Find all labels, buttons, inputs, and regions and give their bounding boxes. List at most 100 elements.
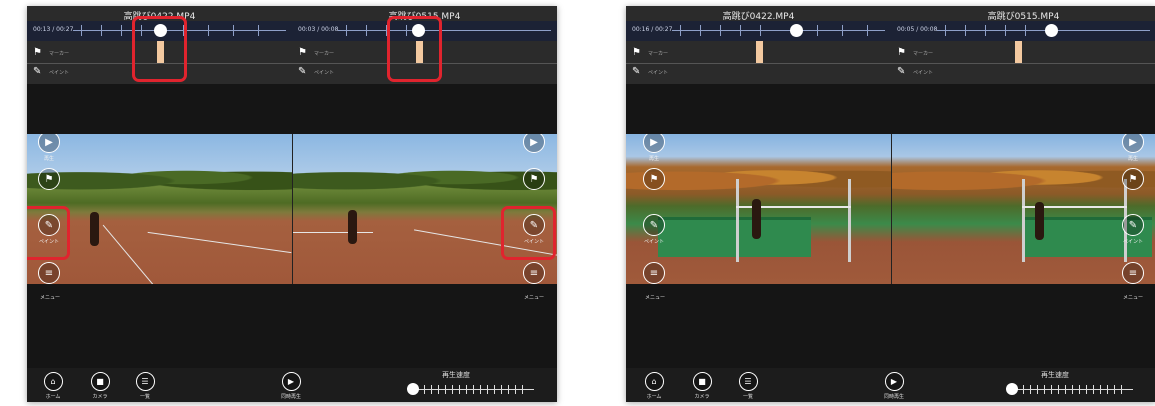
camera-button[interactable]: ■ カメラ: [684, 372, 720, 400]
list-button[interactable]: ☰ 一覧: [127, 372, 163, 400]
left-play-button[interactable]: ▶ 再生: [37, 134, 61, 162]
speed-slider-knob[interactable]: [407, 383, 419, 395]
left-menu-button[interactable]: ≡: [642, 262, 666, 284]
right-marker-button[interactable]: ⚑: [522, 168, 546, 190]
left-marker-button[interactable]: ⚑: [642, 168, 666, 190]
home-icon: ⌂: [43, 372, 63, 391]
left-menu-button[interactable]: ≡: [37, 262, 61, 284]
play-icon: ▶: [38, 134, 60, 153]
speed-slider-knob[interactable]: [1006, 383, 1018, 395]
play-label: 再生: [648, 156, 659, 162]
left-marker-button[interactable]: ⚑: [37, 168, 61, 190]
right-marker-button[interactable]: ⚑: [1121, 168, 1145, 190]
left-playhead-knob[interactable]: [790, 24, 803, 37]
menu-label: メニュー: [645, 295, 666, 301]
marker-tool[interactable]: ⚑ マーカー: [632, 46, 882, 62]
speed-tick: [466, 385, 467, 394]
right-time-readout: 00:05 / 00:08: [897, 26, 938, 33]
menu-icon: ≡: [1122, 262, 1144, 284]
flag-icon: ⚑: [33, 47, 42, 58]
right-play-button[interactable]: ▶ 再生: [1121, 134, 1145, 162]
timeline-tick: [121, 25, 122, 36]
timeline-tick: [208, 25, 209, 36]
marker-label: マーカー: [314, 51, 335, 57]
timeline-tick: [366, 25, 367, 36]
paint-tool[interactable]: ✎ ペイント: [897, 65, 1147, 81]
divider: [891, 63, 1155, 64]
right-playhead-knob[interactable]: [1045, 24, 1058, 37]
video-comparison-area[interactable]: ▶ 再生 ⚑ ✎ ペイント ≡ ▶ ⚑ ✎ ペイント ≡: [27, 134, 557, 284]
timeline-tick: [258, 25, 259, 36]
right-play-button[interactable]: ▶: [522, 134, 546, 153]
flag-icon: ⚑: [632, 47, 641, 58]
high-jump-standard: [848, 179, 851, 262]
paint-tool[interactable]: ✎ ペイント: [632, 65, 882, 81]
home-icon: ⌂: [644, 372, 664, 391]
flag-icon: ⚑: [523, 168, 545, 190]
marker-tool[interactable]: ⚑ マーカー: [897, 46, 1147, 62]
paint-label: ペイント: [49, 70, 70, 76]
timeline-tick: [1005, 25, 1006, 36]
timeline-tick: [760, 25, 761, 36]
timeline-tick: [101, 25, 102, 36]
home-button[interactable]: ⌂ ホーム: [636, 372, 672, 400]
app-screen-after: 高跳び0422.MP4 00:16 / 00:27 ⚑ マーカー ✎ ペイント: [626, 6, 1155, 402]
pencil-icon: ✎: [1122, 214, 1144, 236]
timeline-tick: [680, 25, 681, 36]
left-play-button[interactable]: ▶ 再生: [642, 134, 666, 162]
landing-mat: [657, 216, 812, 257]
list-button[interactable]: ☰ 一覧: [730, 372, 766, 400]
menu-label: メニュー: [1123, 295, 1144, 301]
right-timeline[interactable]: 00:05 / 00:08: [891, 21, 1155, 41]
left-timeline-track[interactable]: [672, 24, 885, 37]
play-label: 再生: [43, 156, 54, 162]
video-comparison-area[interactable]: ▶ 再生 ⚑ ✎ ペイント ≡ ▶ 再生 ⚑ ✎ ペイント ≡: [626, 134, 1155, 284]
speed-label: 再生速度: [442, 371, 470, 379]
left-video-header: 高跳び0422.MP4 00:16 / 00:27 ⚑ マーカー ✎ ペイント: [626, 6, 892, 84]
camera-label: カメラ: [694, 394, 710, 400]
home-button[interactable]: ⌂ ホーム: [35, 372, 71, 400]
playback-speed-slider[interactable]: [407, 383, 534, 395]
speed-tick: [431, 385, 432, 394]
list-label: 一覧: [139, 394, 150, 400]
menu-icon: ≡: [643, 262, 665, 284]
athlete-figure: [1035, 202, 1044, 240]
speed-tick: [508, 385, 509, 394]
right-video-frame[interactable]: [891, 134, 1155, 284]
flag-icon: ⚑: [38, 168, 60, 190]
speed-tick: [1044, 385, 1045, 394]
athlete-figure: [348, 210, 357, 244]
right-timeline-track[interactable]: [338, 24, 551, 37]
timeline-tick: [867, 25, 868, 36]
speed-tick: [1058, 385, 1059, 394]
playback-speed-slider[interactable]: [1006, 383, 1133, 395]
flag-icon: ⚑: [897, 47, 906, 58]
camera-label: カメラ: [92, 394, 108, 400]
right-menu-button[interactable]: ≡: [522, 262, 546, 284]
timeline-tick: [740, 25, 741, 36]
right-paint-button[interactable]: ✎ ペイント: [1121, 214, 1145, 245]
left-timeline[interactable]: 00:16 / 00:27: [626, 21, 891, 41]
sync-play-button[interactable]: ▶ 同時再生: [876, 372, 912, 400]
bottom-toolbar: ⌂ ホーム ■ カメラ ☰ 一覧 ▶ 同時再生 再生速度: [27, 368, 557, 402]
speed-tick: [1030, 385, 1031, 394]
right-timeline-track[interactable]: [937, 24, 1150, 37]
list-label: 一覧: [742, 394, 753, 400]
speed-tick: [487, 385, 488, 394]
speed-tick: [1079, 385, 1080, 394]
right-menu-button[interactable]: ≡: [1121, 262, 1145, 284]
pencil-icon: ✎: [897, 66, 906, 77]
speed-tick: [1086, 385, 1087, 394]
speed-tick: [473, 385, 474, 394]
highlight-right-marker: [387, 16, 442, 82]
left-paint-button[interactable]: ✎ ペイント: [642, 214, 666, 245]
sync-play-button[interactable]: ▶ 同時再生: [273, 372, 309, 400]
speed-tick: [1114, 385, 1115, 394]
camera-button[interactable]: ■ カメラ: [82, 372, 118, 400]
timeline-tick: [346, 25, 347, 36]
track-line: [293, 232, 373, 233]
speed-tick: [480, 385, 481, 394]
app-screen-before: 高跳び0422.MP4 00:13 / 00:27 ⚑ マーカー ✎ ペイント: [27, 6, 557, 402]
sync-play-label: 同時再生: [883, 394, 904, 400]
speed-tick: [445, 385, 446, 394]
